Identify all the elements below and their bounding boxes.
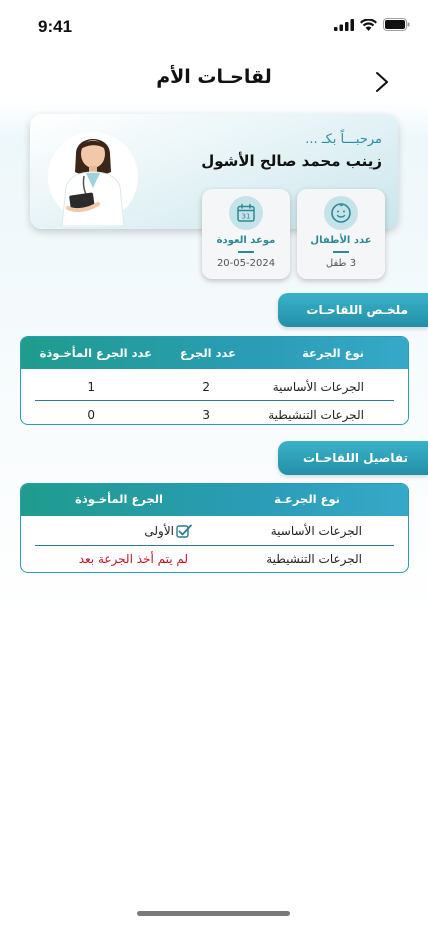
doses-taken-cell: الأولى	[144, 524, 192, 538]
svg-text:31: 31	[242, 213, 251, 221]
header-dose-count: عدد الجرع	[180, 346, 236, 360]
return-date-label: موعد العودة	[216, 235, 276, 246]
dose-count-cell: 3	[202, 408, 210, 422]
summary-section-tab: ملخـص اللقاحـات	[278, 293, 428, 327]
baby-face-icon	[331, 203, 351, 223]
table-row: الجرعات الأساسية الأولى	[21, 517, 408, 546]
details-section-tab: تفاصيل اللقاحـات	[278, 441, 428, 475]
dose-type-cell: الجرعات الأساسية	[270, 524, 362, 538]
chevron-right-icon	[376, 72, 388, 92]
dose-type-cell: الجرعات التنشيطية	[268, 408, 364, 422]
return-date-card[interactable]: 31 موعد العودة 20-05-2024	[202, 189, 290, 279]
dose-type-cell: الجرعات الأساسية	[272, 380, 364, 394]
table-row: الجرعات الأساسية 2 1	[21, 373, 408, 401]
home-indicator[interactable]	[137, 911, 290, 916]
doses-taken-cell: 0	[87, 408, 95, 422]
greeting-text: مرحبـــاً بكـ ...	[305, 132, 382, 147]
stat-underline	[333, 251, 349, 253]
children-count-card[interactable]: عدد الأطفال 3 طفل	[297, 189, 385, 279]
back-button[interactable]	[370, 68, 394, 96]
header-dose-type: نوع الجرعـة	[274, 492, 340, 506]
children-count-value: 3 طفل	[325, 258, 357, 269]
table-header: نوع الجرعة عدد الجرع عدد الجرع المأخـوذة	[21, 337, 408, 369]
user-name: زينب محمد صالح الأشول	[201, 152, 382, 170]
status-icons	[334, 18, 410, 31]
dose-type-cell: الجرعات التنشيطية	[266, 552, 362, 566]
doses-taken-cell: 1	[87, 380, 95, 394]
wifi-icon	[360, 18, 377, 31]
status-time: 9:41	[38, 17, 73, 36]
dose-count-cell: 2	[202, 380, 210, 394]
return-date-value: 20-05-2024	[216, 258, 276, 269]
children-count-label: عدد الأطفال	[310, 235, 372, 246]
summary-table: نوع الجرعة عدد الجرع عدد الجرع المأخـوذة…	[20, 336, 409, 425]
calendar-icon: 31	[237, 203, 255, 222]
details-table: نوع الجرعـة الجرع المأخـوذة الجرعات الأس…	[20, 483, 409, 573]
header-dose-type: نوع الجرعة	[302, 346, 364, 360]
nav-bar: لقاحـات الأم	[0, 60, 428, 100]
header-doses-taken: الجرع المأخـوذة	[75, 492, 163, 506]
table-header: نوع الجرعـة الجرع المأخـوذة	[21, 484, 408, 516]
table-row: الجرعات التنشيطية لم يتم أخذ الجرعة بعد	[21, 546, 408, 572]
stat-underline	[238, 251, 254, 253]
checkbox-checked-icon	[176, 524, 192, 538]
page-title: لقاحـات الأم	[156, 66, 272, 88]
status-bar: 9:41	[0, 0, 428, 54]
header-doses-taken: عدد الجرع المأخـوذة	[39, 346, 152, 360]
doctor-illustration-icon	[61, 139, 125, 226]
dose-not-taken-cell: لم يتم أخذ الجرعة بعد	[78, 552, 188, 566]
stat-icon-circle: 31	[229, 196, 263, 230]
doctor-avatar	[48, 132, 138, 226]
cellular-signal-icon	[334, 18, 354, 31]
table-row: الجرعات التنشيطية 3 0	[21, 401, 408, 424]
stat-icon-circle	[324, 196, 358, 230]
battery-icon	[383, 18, 410, 31]
doses-taken-text: الأولى	[144, 524, 174, 538]
